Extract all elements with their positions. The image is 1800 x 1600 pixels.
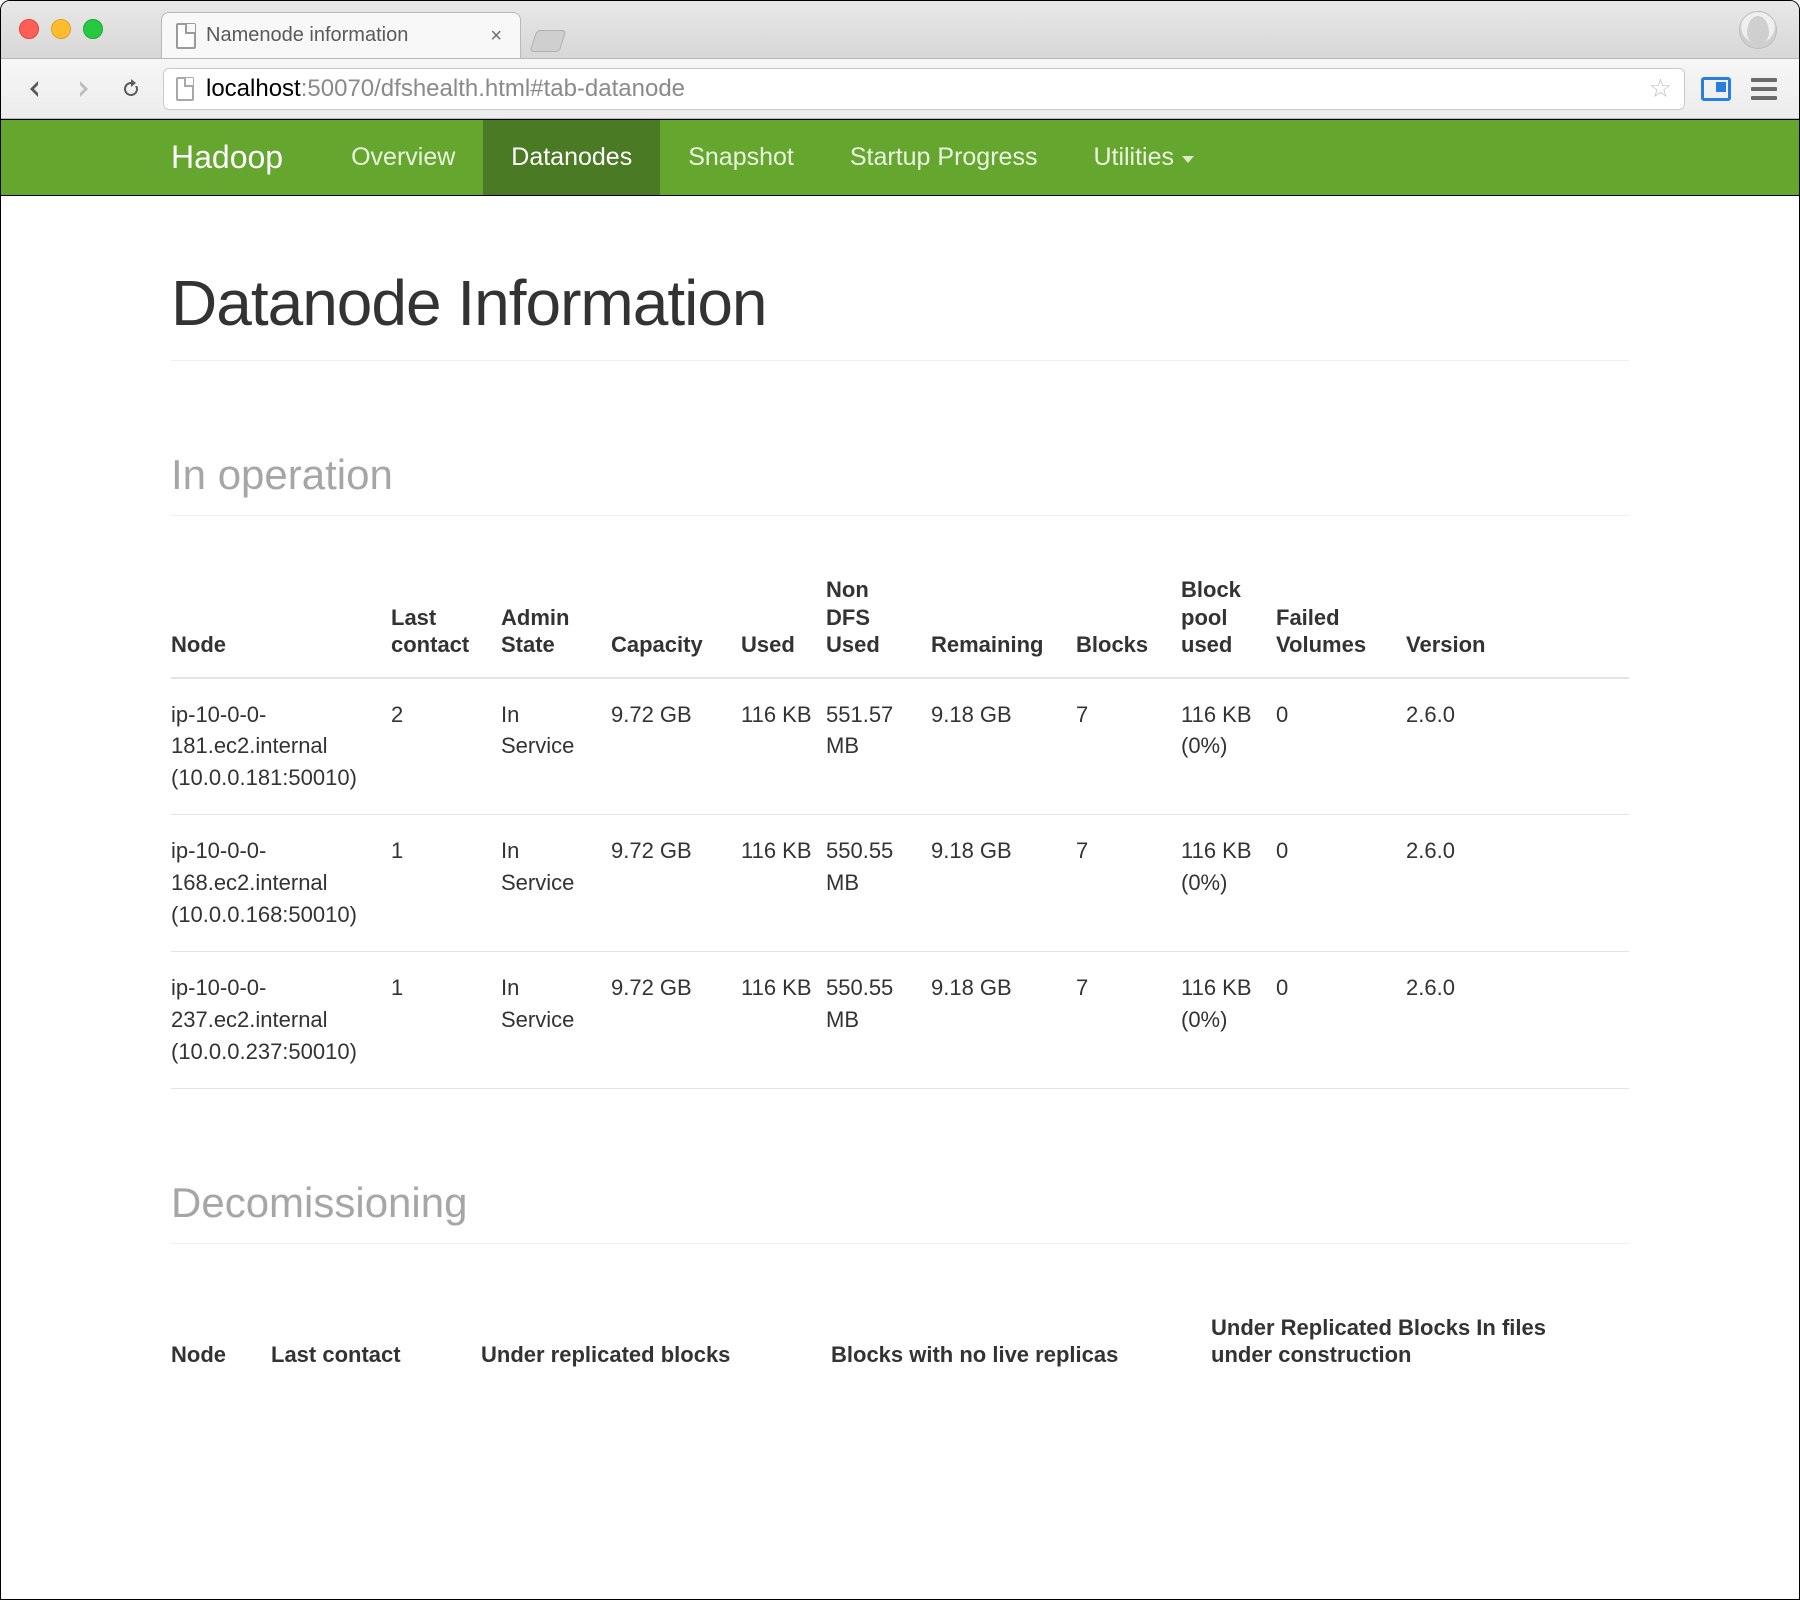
app-navbar: Hadoop Overview Datanodes Snapshot Startup …	[1, 119, 1799, 196]
cell-last_contact: 1	[391, 951, 501, 1088]
cell-blocks: 7	[1076, 815, 1181, 952]
th-version[interactable]: Version	[1406, 566, 1629, 678]
nav-item-label: Snapshot	[688, 143, 794, 172]
section-in-operation: In operation	[171, 451, 1629, 516]
tab-title: Namenode information	[206, 24, 408, 47]
cell-block_pool_used: 116 KB (0%)	[1181, 815, 1276, 952]
back-button[interactable]	[19, 73, 51, 105]
window-controls	[19, 19, 103, 39]
th-blocks[interactable]: Blocks	[1076, 566, 1181, 678]
th-capacity[interactable]: Capacity	[611, 566, 741, 678]
url-path: :50070/dfshealth.html#tab-datanode	[301, 75, 685, 102]
cell-failed_volumes: 0	[1276, 951, 1406, 1088]
cell-used: 116 KB	[741, 951, 826, 1088]
cell-non_dfs_used: 551.57 MB	[826, 678, 931, 815]
page-icon	[176, 23, 196, 49]
cell-version: 2.6.0	[1406, 678, 1629, 815]
th-remaining[interactable]: Remaining	[931, 566, 1076, 678]
forward-button[interactable]	[67, 73, 99, 105]
cell-admin_state: In Service	[501, 815, 611, 952]
nav-item-snapshot[interactable]: Snapshot	[660, 120, 822, 195]
url-host: localhost	[206, 75, 301, 102]
profile-avatar-icon[interactable]	[1739, 11, 1777, 49]
cell-remaining: 9.18 GB	[931, 678, 1076, 815]
cell-blocks: 7	[1076, 678, 1181, 815]
address-bar[interactable]: localhost:50070/dfshealth.html#tab-datan…	[163, 68, 1685, 110]
nav-item-datanodes[interactable]: Datanodes	[483, 120, 660, 195]
brand[interactable]: Hadoop	[171, 120, 323, 195]
th-decom-no-live[interactable]: Blocks with no live replicas	[831, 1304, 1211, 1387]
cell-failed_volumes: 0	[1276, 815, 1406, 952]
cell-capacity: 9.72 GB	[611, 678, 741, 815]
page-icon	[176, 77, 194, 101]
th-admin-state[interactable]: Admin State	[501, 566, 611, 678]
cell-capacity: 9.72 GB	[611, 815, 741, 952]
th-block-pool[interactable]: Block pool used	[1181, 566, 1276, 678]
window-close-button[interactable]	[19, 19, 39, 39]
cell-remaining: 9.18 GB	[931, 815, 1076, 952]
cell-remaining: 9.18 GB	[931, 951, 1076, 1088]
tabstrip: Namenode information ×	[161, 12, 563, 58]
cell-version: 2.6.0	[1406, 951, 1629, 1088]
tab-close-icon[interactable]: ×	[490, 26, 502, 46]
browser-tab[interactable]: Namenode information ×	[161, 12, 521, 58]
cell-failed_volumes: 0	[1276, 678, 1406, 815]
table-row: ip-10-0-0-168.ec2.internal (10.0.0.168:5…	[171, 815, 1629, 952]
cell-non_dfs_used: 550.55 MB	[826, 951, 931, 1088]
cell-admin_state: In Service	[501, 678, 611, 815]
cell-version: 2.6.0	[1406, 815, 1629, 952]
cell-blocks: 7	[1076, 951, 1181, 1088]
browser-window: Namenode information × localhost:50070/d…	[0, 0, 1800, 1600]
new-tab-button[interactable]	[529, 30, 566, 52]
th-node[interactable]: Node	[171, 566, 391, 678]
chrome-titlebar: Namenode information ×	[1, 1, 1799, 59]
window-zoom-button[interactable]	[83, 19, 103, 39]
cell-last_contact: 1	[391, 815, 501, 952]
cell-node: ip-10-0-0-168.ec2.internal (10.0.0.168:5…	[171, 815, 391, 952]
decom-table: Node Last contact Under replicated block…	[171, 1304, 1629, 1387]
th-decom-under-construction[interactable]: Under Replicated Blocks In files under c…	[1211, 1304, 1629, 1387]
nav-item-overview[interactable]: Overview	[323, 120, 483, 195]
cell-last_contact: 2	[391, 678, 501, 815]
nav-item-utilities[interactable]: Utilities	[1065, 120, 1222, 195]
window-minimize-button[interactable]	[51, 19, 71, 39]
cell-used: 116 KB	[741, 678, 826, 815]
cell-used: 116 KB	[741, 815, 826, 952]
nav-items: Overview Datanodes Snapshot Startup Progres…	[323, 120, 1222, 195]
chrome-menu-button[interactable]	[1747, 74, 1781, 104]
th-decom-under-replicated[interactable]: Under replicated blocks	[481, 1304, 831, 1387]
th-used[interactable]: Used	[741, 566, 826, 678]
extension-icon[interactable]	[1701, 77, 1731, 101]
th-failed-volumes[interactable]: Failed Volumes	[1276, 566, 1406, 678]
datanodes-table: Node Last contact Admin State Capacity U…	[171, 566, 1629, 1089]
th-decom-node[interactable]: Node	[171, 1304, 271, 1387]
reload-button[interactable]	[115, 73, 147, 105]
cell-admin_state: In Service	[501, 951, 611, 1088]
cell-capacity: 9.72 GB	[611, 951, 741, 1088]
nav-item-label: Startup Progress	[850, 143, 1038, 172]
page-title: Datanode Information	[171, 266, 1629, 361]
cell-node: ip-10-0-0-181.ec2.internal (10.0.0.181:5…	[171, 678, 391, 815]
bookmark-star-icon[interactable]: ☆	[1649, 73, 1672, 104]
cell-node: ip-10-0-0-237.ec2.internal (10.0.0.237:5…	[171, 951, 391, 1088]
cell-block_pool_used: 116 KB (0%)	[1181, 951, 1276, 1088]
th-last-contact[interactable]: Last contact	[391, 566, 501, 678]
cell-non_dfs_used: 550.55 MB	[826, 815, 931, 952]
nav-item-startup-progress[interactable]: Startup Progress	[822, 120, 1066, 195]
cell-block_pool_used: 116 KB (0%)	[1181, 678, 1276, 815]
nav-item-label: Overview	[351, 143, 455, 172]
page-content: Datanode Information In operation Node L…	[1, 196, 1799, 1387]
table-row: ip-10-0-0-237.ec2.internal (10.0.0.237:5…	[171, 951, 1629, 1088]
table-row: ip-10-0-0-181.ec2.internal (10.0.0.181:5…	[171, 678, 1629, 815]
nav-item-label: Datanodes	[511, 143, 632, 172]
chevron-down-icon	[1182, 156, 1194, 163]
th-non-dfs-used[interactable]: Non DFS Used	[826, 566, 931, 678]
chrome-toolbar: localhost:50070/dfshealth.html#tab-datan…	[1, 59, 1799, 119]
nav-item-label: Utilities	[1093, 143, 1174, 172]
th-decom-last-contact[interactable]: Last contact	[271, 1304, 481, 1387]
section-decomissioning: Decomissioning	[171, 1179, 1629, 1244]
